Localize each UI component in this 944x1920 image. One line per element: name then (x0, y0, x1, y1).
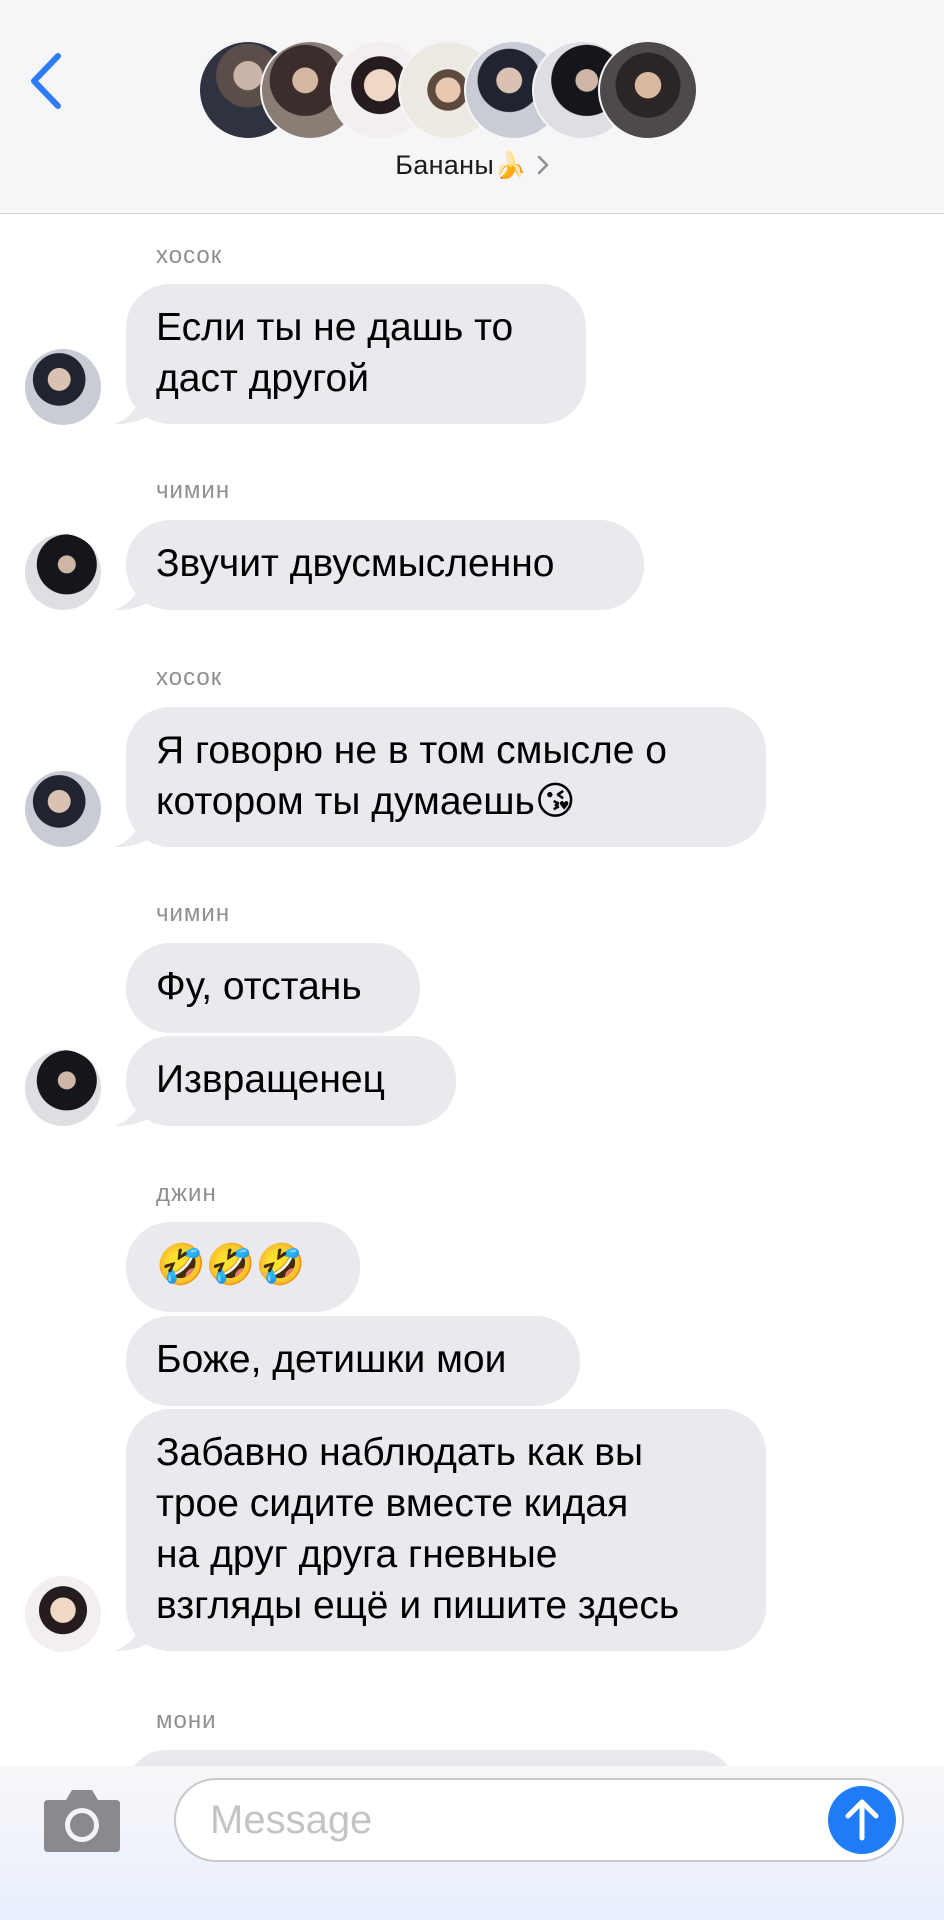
back-button[interactable] (26, 52, 66, 110)
message-bubble[interactable]: Забавно наблюдать как вы трое сидите вме… (126, 1409, 766, 1651)
group-name: Бананы (395, 150, 495, 180)
message-bubble[interactable]: Если ты не дашь то даст другой (126, 284, 586, 424)
avatar[interactable] (25, 534, 101, 610)
group-title[interactable]: Бананы🍌 (0, 150, 944, 182)
avatar[interactable] (25, 1576, 101, 1652)
send-button[interactable] (828, 1786, 896, 1854)
conversation-header: Бананы🍌 (0, 0, 944, 214)
message-bubble[interactable]: Я говорю не в том смысле о котором ты ду… (126, 707, 766, 847)
camera-icon (44, 1790, 120, 1852)
banana-emoji: 🍌 (494, 151, 527, 181)
arrow-up-icon (845, 1799, 879, 1841)
sender-name: джин (156, 1180, 217, 1207)
message-bubble[interactable]: Звучит двусмысленно (126, 520, 644, 610)
sender-name: чимин (156, 477, 231, 504)
sender-name: мони (156, 1707, 217, 1734)
camera-button[interactable] (42, 1786, 122, 1854)
bubble-tail (114, 807, 152, 847)
message-composer (0, 1766, 944, 1920)
group-member-avatar (598, 40, 698, 140)
message-bubble[interactable]: Боже, детишки мои (126, 1316, 580, 1406)
chevron-right-icon (537, 151, 549, 182)
sender-name: хосок (156, 242, 223, 269)
bubble-tail (114, 570, 152, 610)
message-bubble[interactable]: Извращенец (126, 1036, 456, 1126)
chevron-left-icon (31, 53, 61, 109)
message-input[interactable] (174, 1778, 904, 1862)
avatar[interactable] (25, 1050, 101, 1126)
message-bubble[interactable]: 🤣🤣🤣 (126, 1222, 360, 1312)
bubble-tail (114, 384, 152, 424)
avatar[interactable] (25, 771, 101, 847)
sender-name: хосок (156, 664, 223, 691)
message-bubble[interactable]: Фу, отстань (126, 943, 420, 1033)
bubble-tail (114, 1611, 152, 1651)
avatar[interactable] (25, 349, 101, 425)
bubble-tail (114, 1086, 152, 1126)
group-avatars[interactable] (198, 40, 758, 142)
sender-name: чимин (156, 900, 231, 927)
